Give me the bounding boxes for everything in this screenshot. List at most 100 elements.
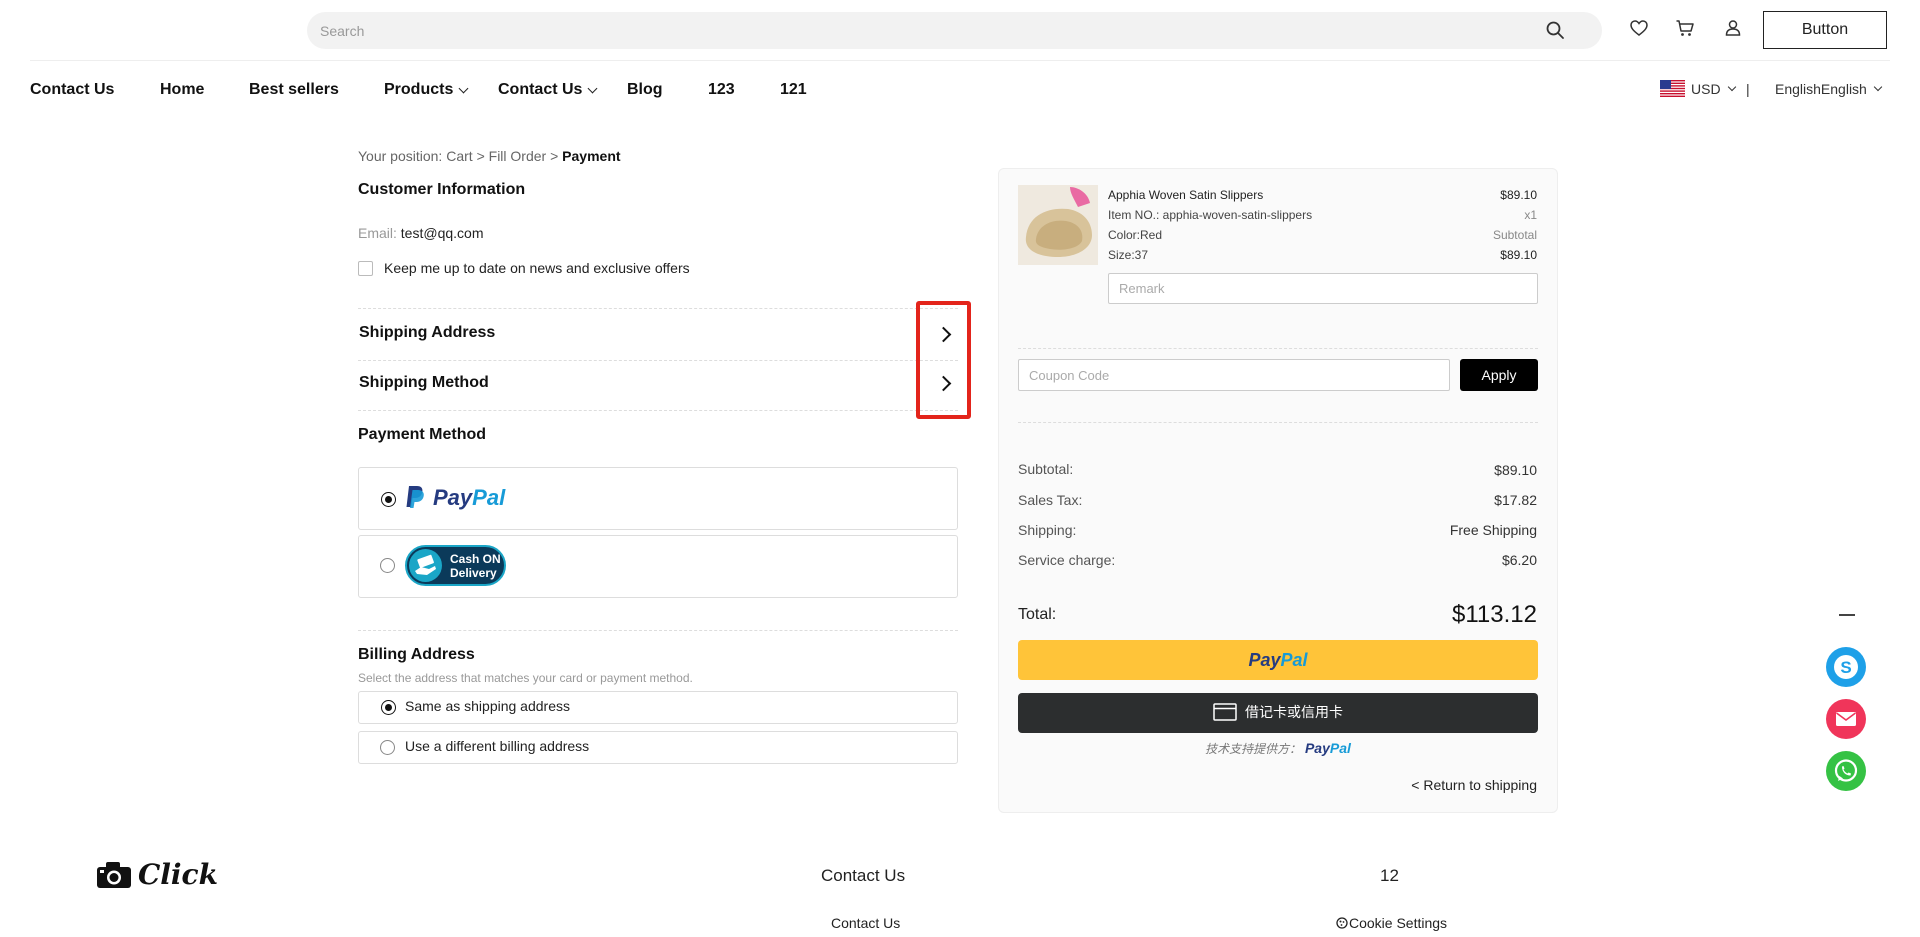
product-name[interactable]: Apphia Woven Satin Slippers	[1108, 188, 1263, 202]
nav-separator: |	[1746, 81, 1750, 97]
search-input[interactable]	[307, 12, 1602, 49]
email-row: Email: test@qq.com	[358, 225, 483, 241]
user-icon[interactable]	[1723, 18, 1743, 38]
nav-item-contact-us[interactable]: Contact Us	[30, 81, 114, 99]
breadcrumb-prefix: Your position:	[358, 148, 443, 164]
divider	[1018, 348, 1538, 349]
breadcrumb-current: Payment	[562, 148, 621, 164]
customer-info-title: Customer Information	[358, 181, 526, 198]
search-bar[interactable]	[307, 12, 1602, 49]
billing-subtitle: Select the address that matches your car…	[358, 671, 693, 685]
nav-item-121[interactable]: 121	[780, 81, 807, 99]
nav-item-best-sellers[interactable]: Best sellers	[249, 81, 339, 99]
divider	[358, 410, 958, 411]
total-value: $113.12	[1452, 601, 1537, 628]
nav-item-contact-us-dropdown[interactable]: Contact Us	[498, 81, 598, 99]
powered-by-paypal: 技术支持提供方： PayPal	[1205, 740, 1351, 756]
footer-contact-link[interactable]: Contact Us	[831, 915, 900, 931]
camera-icon	[97, 861, 131, 888]
summary-label: Shipping:	[1018, 522, 1077, 538]
breadcrumb-sep: >	[550, 148, 559, 164]
currency-selector[interactable]: USD	[1691, 81, 1736, 97]
divider	[358, 630, 958, 631]
header-button[interactable]: Button	[1763, 11, 1887, 49]
product-subtotal-value: $89.10	[1500, 248, 1537, 262]
payment-method-title: Payment Method	[358, 426, 487, 443]
search-icon[interactable]	[1545, 20, 1565, 40]
card-checkout-button[interactable]: 借记卡或信用卡	[1018, 693, 1538, 733]
product-color: Color:Red	[1108, 228, 1163, 242]
summary-value: Free Shipping	[1449, 522, 1537, 538]
highlight-box	[916, 301, 971, 419]
us-flag-icon	[1660, 80, 1685, 97]
breadcrumb-cart[interactable]: Cart	[446, 148, 472, 164]
chevron-down-icon	[1727, 82, 1736, 92]
footer-col2-title: 12	[1380, 866, 1399, 885]
footer-cookie-settings[interactable]: Cookie Settings	[1336, 915, 1447, 931]
cod-radio[interactable]	[380, 558, 395, 573]
return-to-shipping-link[interactable]: < Return to shipping	[1411, 777, 1537, 793]
apply-coupon-button[interactable]: Apply	[1460, 359, 1538, 391]
skype-icon[interactable]: S	[1826, 647, 1866, 687]
footer-col1-title: Contact Us	[821, 866, 906, 885]
heart-icon[interactable]	[1629, 18, 1649, 38]
billing-different-radio[interactable]	[380, 740, 395, 755]
remark-field[interactable]	[1108, 273, 1538, 304]
divider	[1018, 422, 1538, 423]
coupon-field[interactable]	[1018, 359, 1450, 391]
breadcrumb: Your position: Cart > Fill Order > Payme…	[358, 148, 621, 164]
billing-same-radio[interactable]	[381, 700, 396, 715]
nav-item-blog[interactable]: Blog	[627, 81, 663, 99]
billing-different-label: Use a different billing address	[405, 738, 590, 754]
summary-label: Sales Tax:	[1018, 492, 1083, 508]
nav-item-home[interactable]: Home	[160, 81, 204, 99]
cookie-icon	[1336, 917, 1348, 929]
chevron-down-icon	[588, 83, 598, 93]
email-value: test@qq.com	[400, 225, 484, 241]
remark-input[interactable]	[1109, 274, 1537, 303]
paypal-wordmark: PayPal	[433, 485, 506, 510]
nav-item-123[interactable]: 123	[708, 81, 735, 99]
email-icon[interactable]	[1826, 699, 1866, 739]
minimize-icon[interactable]	[1839, 614, 1855, 616]
cod-line1: Cash ON	[450, 552, 501, 566]
product-qty: x1	[1524, 208, 1537, 222]
total-label: Total:	[1018, 606, 1057, 623]
billing-address-title: Billing Address	[358, 646, 475, 663]
paypal-checkout-button[interactable]: PayPal	[1018, 640, 1538, 680]
credit-card-icon	[1213, 702, 1237, 721]
cash-on-delivery-badge: Cash ON Delivery	[405, 545, 506, 586]
product-item-no: Item NO.: apphia-woven-satin-slippers	[1108, 208, 1313, 222]
nav-item-products[interactable]: Products	[384, 81, 469, 99]
shipping-method-title[interactable]: Shipping Method	[359, 374, 489, 392]
breadcrumb-fill-order[interactable]: Fill Order	[489, 148, 547, 164]
summary-value: $17.82	[1494, 492, 1537, 508]
cod-line2: Delivery	[450, 566, 497, 580]
language-selector[interactable]: EnglishEnglish	[1775, 81, 1883, 97]
summary-value: $89.10	[1494, 462, 1537, 478]
header-divider	[30, 60, 1890, 61]
summary-label: Service charge:	[1018, 552, 1116, 568]
chevron-down-icon	[458, 83, 469, 93]
hand-money-icon	[409, 549, 442, 582]
chevron-down-icon	[1873, 82, 1883, 92]
product-price: $89.10	[1500, 188, 1537, 202]
paypal-radio[interactable]	[381, 492, 396, 507]
coupon-input[interactable]	[1019, 360, 1449, 390]
shipping-address-title[interactable]: Shipping Address	[359, 324, 495, 342]
newsletter-checkbox[interactable]	[358, 261, 373, 276]
email-label: Email:	[358, 225, 397, 241]
product-image[interactable]	[1018, 185, 1098, 265]
breadcrumb-sep: >	[476, 148, 485, 164]
cart-icon[interactable]	[1675, 18, 1695, 38]
site-logo[interactable]: Click	[96, 858, 218, 891]
summary-value: $6.20	[1501, 552, 1537, 568]
svg-text:S: S	[1840, 658, 1851, 677]
newsletter-label: Keep me up to date on news and exclusive…	[384, 260, 690, 276]
divider	[358, 360, 958, 361]
billing-same-label: Same as shipping address	[405, 698, 570, 714]
whatsapp-icon[interactable]	[1826, 751, 1866, 791]
paypal-logo-icon	[406, 486, 424, 508]
summary-label: Subtotal:	[1018, 461, 1074, 477]
product-subtotal-label: Subtotal	[1492, 228, 1537, 242]
